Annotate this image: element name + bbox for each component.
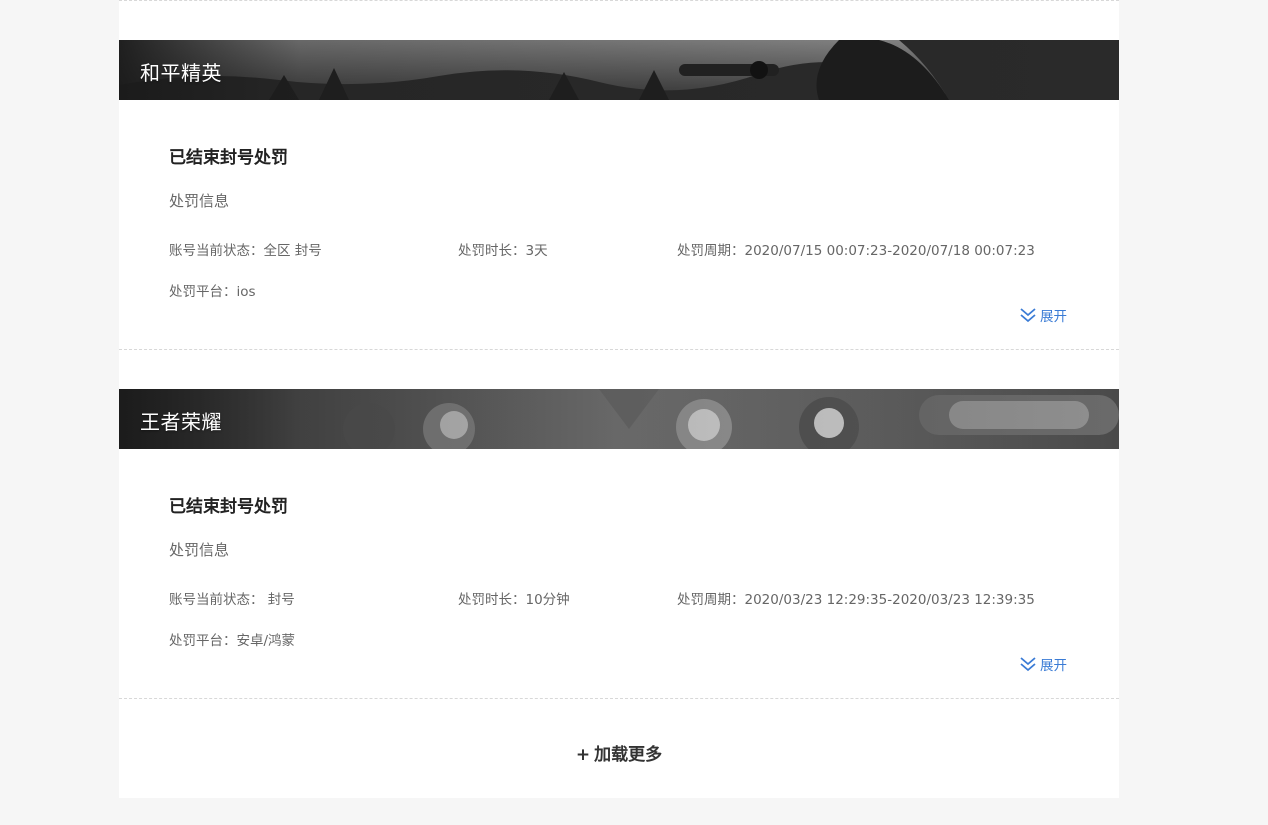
field-value: 2020/03/23 12:29:35-2020/03/23 12:39:35 <box>744 592 1035 608</box>
banner-image-peace-elite <box>119 40 1119 100</box>
field-value: 3天 <box>525 243 548 259</box>
load-more-button[interactable]: + 加载更多 <box>119 740 1119 765</box>
page-card: 和平精英 已结束封号处罚 处罚信息 账号当前状态：全区 封号 处罚时长：3天 处… <box>119 0 1119 798</box>
section-label: 处罚信息 <box>169 541 230 559</box>
field-key: 账号当前状态： <box>169 592 264 608</box>
field-value: 封号 <box>263 592 295 608</box>
divider <box>119 349 1119 350</box>
double-chevron-down-icon <box>1019 306 1037 324</box>
field-key: 处罚平台： <box>169 284 237 300</box>
duration-field: 处罚时长：3天 <box>458 239 548 259</box>
field-key: 处罚时长： <box>458 243 526 259</box>
record-pubg: 和平精英 已结束封号处罚 处罚信息 账号当前状态：全区 封号 处罚时长：3天 处… <box>119 40 1119 350</box>
punishment-status-title: 已结束封号处罚 <box>169 497 288 517</box>
expand-label: 展开 <box>1040 309 1067 325</box>
duration-field: 处罚时长：10分钟 <box>458 588 570 608</box>
field-key: 账号当前状态： <box>169 243 264 259</box>
top-divider <box>119 0 1119 1</box>
period-field: 处罚周期：2020/03/23 12:29:35-2020/03/23 12:3… <box>677 588 1035 608</box>
field-value: ios <box>236 284 256 300</box>
field-key: 处罚周期： <box>677 243 745 259</box>
field-value: 全区 封号 <box>263 243 322 259</box>
account-status-field: 账号当前状态： 封号 <box>169 588 295 608</box>
record-honor-of-kings: 王者荣耀 已结束封号处罚 处罚信息 账号当前状态： 封号 处罚时长：10分钟 处… <box>119 389 1119 699</box>
field-key: 处罚周期： <box>677 592 745 608</box>
double-chevron-down-icon <box>1019 655 1037 673</box>
expand-button[interactable]: 展开 <box>1019 655 1067 674</box>
period-field: 处罚周期：2020/07/15 00:07:23-2020/07/18 00:0… <box>677 239 1035 259</box>
field-value: 2020/07/15 00:07:23-2020/07/18 00:07:23 <box>744 243 1035 259</box>
plus-icon: + <box>575 745 591 765</box>
game-title: 和平精英 <box>140 61 222 85</box>
platform-field: 处罚平台：ios <box>169 280 256 300</box>
field-value: 10分钟 <box>525 592 570 608</box>
account-status-field: 账号当前状态：全区 封号 <box>169 239 322 259</box>
field-key: 处罚时长： <box>458 592 526 608</box>
expand-label: 展开 <box>1040 658 1067 674</box>
field-key: 处罚平台： <box>169 633 237 649</box>
platform-field: 处罚平台：安卓/鸿蒙 <box>169 629 295 649</box>
expand-button[interactable]: 展开 <box>1019 306 1067 325</box>
banner-image-honor-of-kings <box>119 389 1119 449</box>
punishment-status-title: 已结束封号处罚 <box>169 148 288 168</box>
game-banner: 和平精英 <box>119 40 1119 100</box>
load-more-label: 加载更多 <box>594 745 663 765</box>
game-banner: 王者荣耀 <box>119 389 1119 449</box>
divider <box>119 698 1119 699</box>
game-title: 王者荣耀 <box>140 410 222 434</box>
field-value: 安卓/鸿蒙 <box>236 633 296 649</box>
section-label: 处罚信息 <box>169 192 230 210</box>
